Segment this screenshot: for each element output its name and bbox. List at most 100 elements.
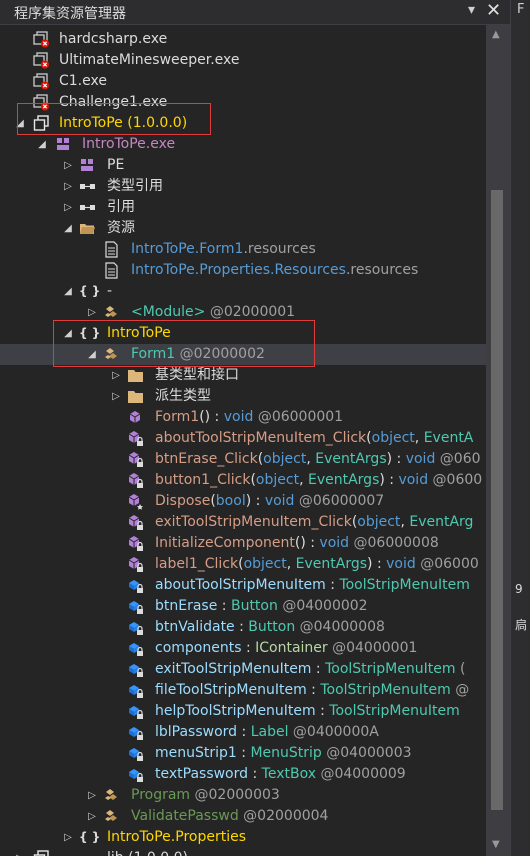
namespace-icon: { } (79, 830, 101, 844)
adjacent-panel-edge: F 9 扃 (510, 0, 530, 856)
tree-item-method-about-click[interactable]: aboutToolStripMenuItem_Click(object, Eve… (0, 428, 486, 449)
expanded-arrow-icon[interactable]: ◢ (62, 281, 74, 302)
tree-item-field-about-menu[interactable]: aboutToolStripMenuItem : ToolStripMenuIt… (0, 575, 486, 596)
tree-item-global-namespace[interactable]: ◢ { } - (0, 281, 486, 302)
tree-item-field-file-menu[interactable]: fileToolStripMenuItem : ToolStripMenuIte… (0, 680, 486, 701)
class-icon (103, 304, 120, 321)
assembly-tree[interactable]: hardcsharp.exe UltimateMinesweeper.exe C… (0, 25, 486, 856)
collapsed-arrow-icon[interactable]: ▷ (62, 197, 74, 218)
class-icon (103, 787, 120, 804)
collapsed-arrow-icon[interactable]: ▷ (14, 848, 26, 856)
tree-item-label: 类型引用 (107, 178, 163, 194)
collapsed-arrow-icon[interactable]: ▷ (86, 785, 98, 806)
tree-item-method-form1-ctor[interactable]: Form1() : void @06000001 (0, 407, 486, 428)
adjacent-number: 9 (515, 582, 523, 596)
tree-item-label: lblPassword : Label @0400000A (155, 724, 379, 740)
field-private-icon (127, 661, 144, 678)
tree-item-references[interactable]: ▷ 引用 (0, 197, 486, 218)
class-icon (103, 808, 120, 825)
tree-item-label: aboutToolStripMenuItem_Click(object, Eve… (155, 430, 474, 446)
assembly-icon (33, 850, 50, 856)
field-private-icon (127, 703, 144, 720)
collapsed-arrow-icon[interactable]: ▷ (62, 176, 74, 197)
tree-item-pe[interactable]: ▷ PE (0, 155, 486, 176)
tree-item-lib[interactable]: ▷ lib (1.0.0.0) (0, 848, 486, 856)
tree-item-field-textpassword[interactable]: textPassword : TextBox @04000009 (0, 764, 486, 785)
tree-item-label: fileToolStripMenuItem : ToolStripMenuIte… (155, 682, 470, 698)
tree-item-field-btnvalidate[interactable]: btnValidate : Button @04000008 (0, 617, 486, 638)
tree-item-label: menuStrip1 : MenuStrip @04000003 (155, 745, 412, 761)
tree-item-introtope-exe[interactable]: ◢ IntroToPe.exe (0, 134, 486, 155)
tree-item-method-btnerase-click[interactable]: btnErase_Click(object, EventArgs) : void… (0, 449, 486, 470)
collapsed-arrow-icon[interactable]: ▷ (110, 365, 122, 386)
assembly-icon (33, 52, 50, 69)
tree-item-label: button1_Click(object, EventArgs) : void … (155, 472, 483, 488)
tree-item-label: 派生类型 (155, 388, 211, 404)
tree-item-method-button1-click[interactable]: button1_Click(object, EventArgs) : void … (0, 470, 486, 491)
collapsed-arrow-icon[interactable]: ▷ (62, 827, 74, 848)
expanded-arrow-icon[interactable]: ◢ (36, 134, 48, 155)
tree-item-c1[interactable]: C1.exe (0, 71, 486, 92)
highlight-box-form1 (53, 320, 315, 367)
tree-item-resources-folder[interactable]: ◢ 资源 (0, 218, 486, 239)
tree-item-label: textPassword : TextBox @04000009 (155, 766, 406, 782)
expanded-arrow-icon[interactable]: ◢ (62, 218, 74, 239)
collapsed-arrow-icon[interactable]: ▷ (62, 155, 74, 176)
tree-item-label: InitializeComponent() : void @06000008 (155, 535, 439, 551)
tree-item-label: IntroToPe.exe (82, 136, 176, 152)
method-private-icon (127, 556, 144, 573)
adjacent-char: 扃 (515, 618, 528, 632)
assembly-icon (33, 73, 50, 90)
tree-item-label: UltimateMinesweeper.exe (59, 52, 240, 68)
tree-item-method-exit-click[interactable]: exitToolStripMenuItem_Click(object, Even… (0, 512, 486, 533)
tree-item-label: Dispose(bool) : void @06000007 (155, 493, 385, 509)
pin-dropdown-icon[interactable]: ▾ (468, 2, 475, 18)
tree-item-hardcsharp[interactable]: hardcsharp.exe (0, 29, 486, 50)
collapsed-arrow-icon[interactable]: ▷ (86, 806, 98, 827)
method-icon (127, 409, 144, 426)
tree-item-field-lblpassword[interactable]: lblPassword : Label @0400000A (0, 722, 486, 743)
scroll-up-icon[interactable]: ▲ (492, 29, 500, 40)
adjacent-tab-letter: F (517, 2, 525, 17)
tree-item-properties-namespace[interactable]: ▷ { } IntroToPe.Properties (0, 827, 486, 848)
tree-item-validatepasswd-class[interactable]: ▷ ValidatePasswd @02000004 (0, 806, 486, 827)
tree-item-program-class[interactable]: ▷ Program @02000003 (0, 785, 486, 806)
tree-item-field-btnerase[interactable]: btnErase : Button @04000002 (0, 596, 486, 617)
scroll-down-icon[interactable]: ▼ (492, 839, 500, 850)
method-private-icon (127, 451, 144, 468)
tree-item-label: btnValidate : Button @04000008 (155, 619, 385, 635)
tree-item-field-menustrip1[interactable]: menuStrip1 : MenuStrip @04000003 (0, 743, 486, 764)
tree-item-properties-resources[interactable]: IntroToPe.Properties.Resources.resources (0, 260, 486, 281)
pe-icon (79, 157, 96, 174)
assembly-icon (33, 31, 50, 48)
panel-title: 程序集资源管理器 (14, 6, 126, 22)
tree-item-label: btnErase : Button @04000002 (155, 598, 368, 614)
tree-item-label: aboutToolStripMenuItem : ToolStripMenuIt… (155, 577, 470, 593)
vertical-scrollbar[interactable]: ▲ ▼ (486, 25, 510, 856)
tree-item-derived-types[interactable]: ▷ 派生类型 (0, 386, 486, 407)
close-icon[interactable]: ✕ (486, 0, 501, 21)
resource-icon (103, 262, 120, 279)
tree-item-field-help-menu[interactable]: helpToolStripMenuItem : ToolStripMenuIte… (0, 701, 486, 722)
tree-item-ultimateminesweeper[interactable]: UltimateMinesweeper.exe (0, 50, 486, 71)
tree-item-label: IntroToPe.Form1.resources (131, 241, 316, 257)
tree-item-method-initializecomponent[interactable]: InitializeComponent() : void @06000008 (0, 533, 486, 554)
tree-item-type-references[interactable]: ▷ 类型引用 (0, 176, 486, 197)
tree-item-method-dispose[interactable]: Dispose(bool) : void @06000007 (0, 491, 486, 512)
collapsed-arrow-icon[interactable]: ▷ (110, 386, 122, 407)
tree-item-base-types[interactable]: ▷ 基类型和接口 (0, 365, 486, 386)
method-private-icon (127, 430, 144, 447)
field-private-icon (127, 766, 144, 783)
tree-item-form1-resources[interactable]: IntroToPe.Form1.resources (0, 239, 486, 260)
field-private-icon (127, 724, 144, 741)
field-private-icon (127, 598, 144, 615)
tree-item-method-label1-click[interactable]: label1_Click(object, EventArgs) : void @… (0, 554, 486, 575)
tree-item-field-components[interactable]: components : IContainer @04000001 (0, 638, 486, 659)
tree-item-label: ValidatePasswd @02000004 (131, 808, 329, 824)
tree-item-label: Program @02000003 (131, 787, 280, 803)
scrollbar-thumb[interactable] (491, 190, 503, 810)
tree-item-label: btnErase_Click(object, EventArgs) : void… (155, 451, 481, 467)
field-private-icon (127, 640, 144, 657)
highlight-box-assembly (17, 103, 211, 135)
tree-item-field-exit-menu[interactable]: exitToolStripMenuItem : ToolStripMenuIte… (0, 659, 486, 680)
